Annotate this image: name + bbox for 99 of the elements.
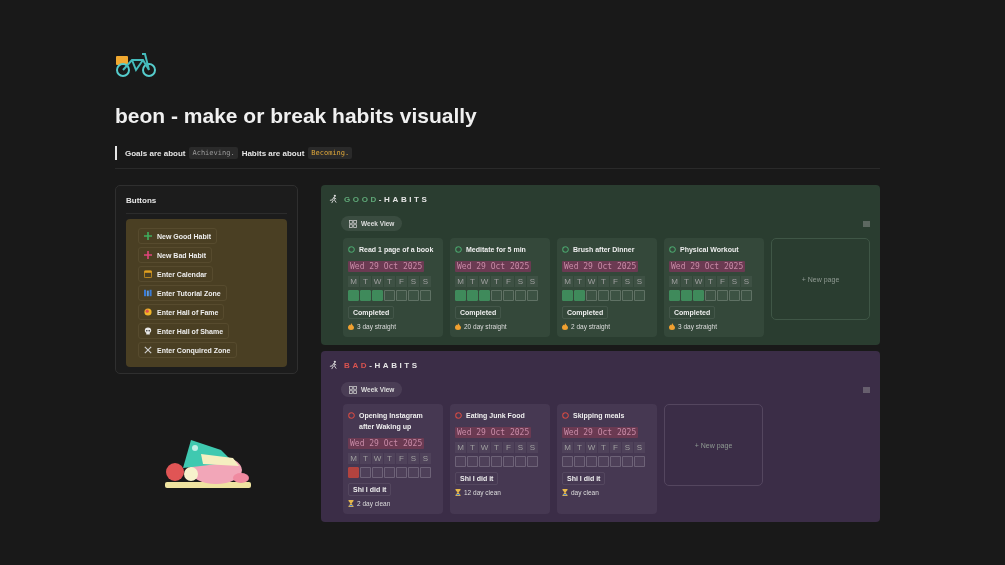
weekday-label: M xyxy=(455,276,466,287)
weekday-label: F xyxy=(503,442,514,453)
weekday-label: S xyxy=(408,453,419,464)
weekday-label: F xyxy=(717,276,728,287)
weekday-label: T xyxy=(681,276,692,287)
weekday-label: M xyxy=(562,276,573,287)
weekday-label: W xyxy=(586,276,597,287)
weekday-label: S xyxy=(741,276,752,287)
day-checkbox[interactable] xyxy=(467,290,478,301)
weekday-label: S xyxy=(622,442,633,453)
books-icon xyxy=(144,289,152,297)
circle-icon xyxy=(562,412,569,419)
weekday-label: T xyxy=(360,453,371,464)
weekday-label: S xyxy=(515,442,526,453)
day-checkbox[interactable] xyxy=(455,290,466,301)
date-tag: Wed 29 Oct 2025 xyxy=(562,261,639,272)
flame-icon xyxy=(348,323,354,330)
weekday-label: W xyxy=(479,276,490,287)
weekday-label: T xyxy=(384,276,395,287)
day-checkbox[interactable] xyxy=(348,290,359,301)
date-tag: Wed 29 Oct 2025 xyxy=(455,261,532,272)
panel-heading: Buttons xyxy=(126,196,287,214)
quote-text: Goals are about xyxy=(125,148,186,158)
weekday-label: S xyxy=(420,276,431,287)
hourglass-icon xyxy=(562,489,568,496)
day-checkbox[interactable] xyxy=(562,290,573,301)
plus-icon xyxy=(144,232,152,240)
flame-icon xyxy=(669,323,675,330)
weekday-label: T xyxy=(598,276,609,287)
weekday-label: M xyxy=(348,453,359,464)
weekday-label: W xyxy=(479,442,490,453)
weekday-label: S xyxy=(527,276,538,287)
weekday-label: W xyxy=(372,276,383,287)
weekday-label: T xyxy=(574,276,585,287)
weekday-label: S xyxy=(634,276,645,287)
weekday-label: W xyxy=(586,442,597,453)
weekday-label: T xyxy=(598,442,609,453)
weekday-label: T xyxy=(491,276,502,287)
runner-icon xyxy=(329,360,338,370)
weekday-label: M xyxy=(455,442,466,453)
weekday-label: S xyxy=(729,276,740,287)
weekday-label: T xyxy=(574,442,585,453)
day-checkbox[interactable] xyxy=(574,290,585,301)
weekday-label: S xyxy=(634,442,645,453)
medal-icon xyxy=(144,308,152,316)
weekday-label: M xyxy=(562,442,573,453)
weekday-label: M xyxy=(669,276,680,287)
weekday-label: S xyxy=(408,276,419,287)
crossed-swords-icon xyxy=(144,346,152,354)
circle-icon xyxy=(455,246,462,253)
day-checkbox[interactable] xyxy=(669,290,680,301)
weekday-label: W xyxy=(372,453,383,464)
runner-icon xyxy=(329,194,338,204)
weekday-label: F xyxy=(396,276,407,287)
weekday-label: F xyxy=(396,453,407,464)
circle-icon xyxy=(348,412,355,419)
skull-icon xyxy=(144,327,152,335)
date-tag: Wed 29 Oct 2025 xyxy=(348,261,425,272)
day-checkbox[interactable] xyxy=(479,290,490,301)
weekday-label: T xyxy=(360,276,371,287)
date-tag: Wed 29 Oct 2025 xyxy=(348,438,425,449)
weekday-label: S xyxy=(515,276,526,287)
calendar-icon xyxy=(144,270,152,278)
weekday-label: F xyxy=(610,442,621,453)
circle-icon xyxy=(669,246,676,253)
day-checkbox[interactable] xyxy=(372,290,383,301)
weekday-label: S xyxy=(527,442,538,453)
weekday-label: T xyxy=(467,276,478,287)
hourglass-icon xyxy=(455,489,461,496)
weekday-label: W xyxy=(693,276,704,287)
day-checkbox[interactable] xyxy=(681,290,692,301)
weekday-label: M xyxy=(348,276,359,287)
grid-icon xyxy=(349,219,357,228)
circle-icon xyxy=(562,246,569,253)
weekday-label: T xyxy=(705,276,716,287)
weekday-label: F xyxy=(610,276,621,287)
circle-icon xyxy=(455,412,462,419)
flame-icon xyxy=(562,323,568,330)
date-tag: Wed 29 Oct 2025 xyxy=(455,427,532,438)
page-title: beon - make or break habits visually xyxy=(115,104,478,128)
section-title: BAD-HABITS xyxy=(344,360,420,370)
grid-icon xyxy=(349,385,357,394)
weekday-label: T xyxy=(384,453,395,464)
hourglass-icon xyxy=(348,500,354,507)
day-checkbox[interactable] xyxy=(348,467,359,478)
section-title: GOOD-HABITS xyxy=(344,194,430,204)
weekday-label: T xyxy=(491,442,502,453)
quote-text: Habits are about xyxy=(241,148,305,158)
date-tag: Wed 29 Oct 2025 xyxy=(669,261,746,272)
circle-icon xyxy=(348,246,355,253)
plus-icon xyxy=(144,251,152,259)
weekday-label: S xyxy=(420,453,431,464)
weekday-label: S xyxy=(622,276,633,287)
day-checkbox[interactable] xyxy=(360,290,371,301)
weekday-label: F xyxy=(503,276,514,287)
day-checkbox[interactable] xyxy=(693,290,704,301)
weekday-label: T xyxy=(467,442,478,453)
date-tag: Wed 29 Oct 2025 xyxy=(562,427,639,438)
flame-icon xyxy=(455,323,461,330)
